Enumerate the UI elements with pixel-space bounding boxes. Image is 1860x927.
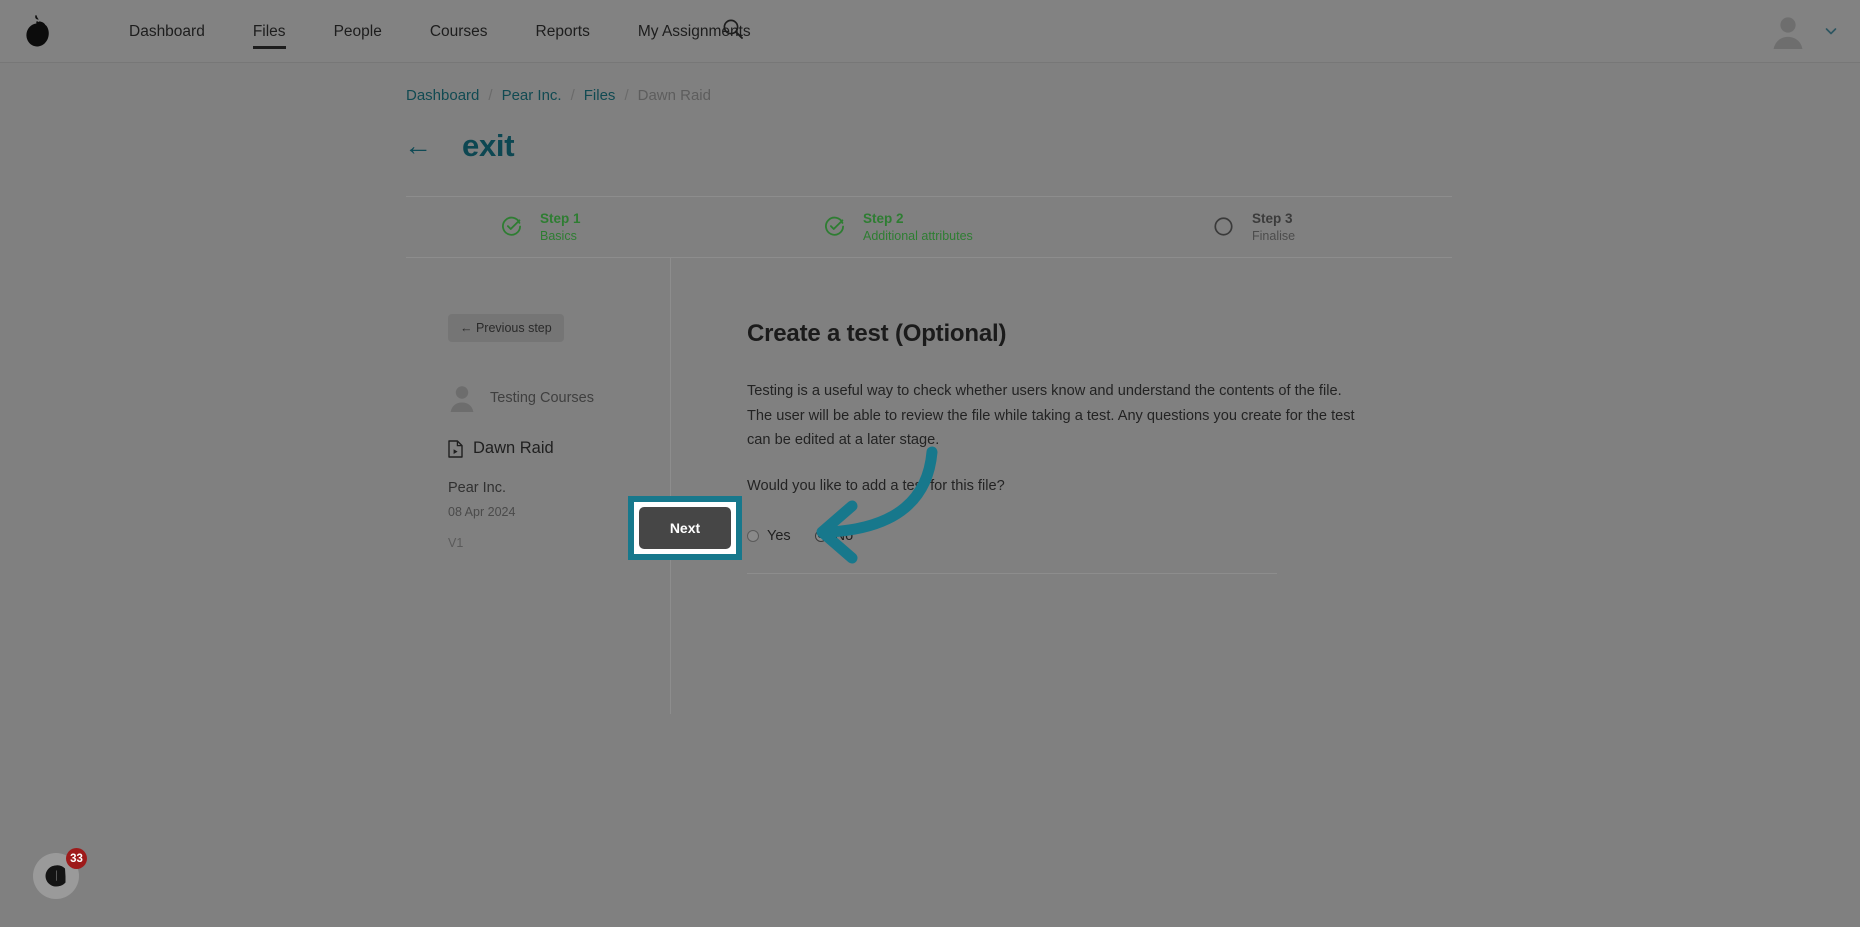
next-button-highlight: Next (628, 496, 742, 560)
nav-item-dashboard[interactable]: Dashboard (105, 0, 229, 63)
app-screen: Dashboard Files People Courses Reports M… (0, 0, 1860, 927)
document-video-icon (448, 439, 463, 458)
breadcrumb-item-dawn-raid: Dawn Raid (637, 87, 711, 104)
step-1-subtitle: Basics (540, 228, 577, 243)
top-navigation-bar: Dashboard Files People Courses Reports M… (0, 0, 1860, 63)
chevron-down-icon (1825, 28, 1837, 35)
breadcrumb-separator: / (488, 87, 493, 104)
wizard-content: Create a test (Optional) Testing is a us… (671, 258, 1452, 714)
radio-mark-yes (747, 529, 759, 542)
breadcrumb: Dashboard / Pear Inc. / Files / Dawn Rai… (406, 87, 711, 104)
breadcrumb-item-files[interactable]: Files (584, 87, 616, 104)
previous-step-button[interactable]: ← Previous step (448, 314, 564, 342)
wizard-sidebar: ← Previous step Testing Courses Dawn Rai… (406, 258, 671, 714)
step-3[interactable]: Step 3 Finalise (1213, 210, 1295, 243)
step-2[interactable]: Step 2 Additional attributes (824, 210, 973, 243)
exit-link[interactable]: ← exit (404, 128, 515, 164)
file-row: Dawn Raid (448, 439, 670, 458)
owner-name: Testing Courses (490, 390, 594, 406)
radio-mark-no (814, 529, 827, 542)
empty-circle-icon (1214, 217, 1233, 237)
step-1-title: Step 1 (540, 211, 581, 227)
radio-option-yes[interactable]: Yes (747, 528, 791, 544)
user-avatar-icon (1773, 17, 1803, 49)
test-radio-group: Yes No (747, 528, 1366, 544)
nav-links: Dashboard Files People Courses Reports M… (105, 0, 775, 63)
nav-item-my-assignments[interactable]: My Assignments (614, 0, 775, 63)
nav-item-files[interactable]: Files (229, 0, 310, 63)
wizard-container: Step 1 Basics Step 2 Additional attribut… (406, 196, 1452, 714)
radio-label-yes: Yes (767, 527, 791, 544)
step-3-title: Step 3 (1252, 211, 1293, 227)
nav-item-courses[interactable]: Courses (406, 0, 512, 63)
user-avatar-icon (450, 386, 474, 412)
nav-item-people[interactable]: People (310, 0, 406, 63)
content-paragraph: Testing is a useful way to check whether… (747, 383, 1355, 449)
radio-label-no: No (834, 527, 854, 544)
step-indicator: Step 1 Basics Step 2 Additional attribut… (406, 196, 1452, 258)
search-icon[interactable] (722, 18, 748, 44)
owner-row: Testing Courses (448, 383, 670, 413)
step-3-subtitle: Finalise (1252, 228, 1296, 243)
next-button-highlight-inner: Next (634, 502, 736, 554)
nav-item-reports[interactable]: Reports (512, 0, 614, 63)
content-title: Create a test (Optional) (747, 320, 1007, 347)
breadcrumb-item-dashboard[interactable]: Dashboard (406, 87, 479, 104)
radio-option-no[interactable]: No (814, 527, 854, 544)
next-button[interactable]: Next (639, 507, 731, 549)
chat-unread-badge: 33 (66, 848, 87, 869)
check-circle-icon (502, 217, 521, 237)
content-question: Would you like to add a test for this fi… (747, 477, 1005, 494)
chat-bubble-icon (45, 865, 66, 887)
pear-logo-icon[interactable] (16, 10, 60, 54)
breadcrumb-item-pear-inc[interactable]: Pear Inc. (502, 87, 562, 104)
organisation-name: Pear Inc. (448, 480, 507, 496)
file-name: Dawn Raid (473, 439, 554, 457)
back-arrow-icon: ← (404, 130, 432, 161)
wizard-body: ← Previous step Testing Courses Dawn Rai… (406, 258, 1452, 714)
step-1[interactable]: Step 1 Basics (501, 210, 581, 243)
user-menu[interactable] (1768, 11, 1838, 51)
check-circle-icon (825, 217, 844, 237)
breadcrumb-separator: / (624, 87, 629, 104)
page-title: exit (462, 128, 515, 163)
chat-widget-button[interactable]: 33 (33, 848, 87, 899)
step-2-title: Step 2 (863, 211, 904, 227)
breadcrumb-separator: / (570, 87, 575, 104)
step-2-subtitle: Additional attributes (863, 228, 973, 243)
actions-divider (747, 572, 1277, 574)
